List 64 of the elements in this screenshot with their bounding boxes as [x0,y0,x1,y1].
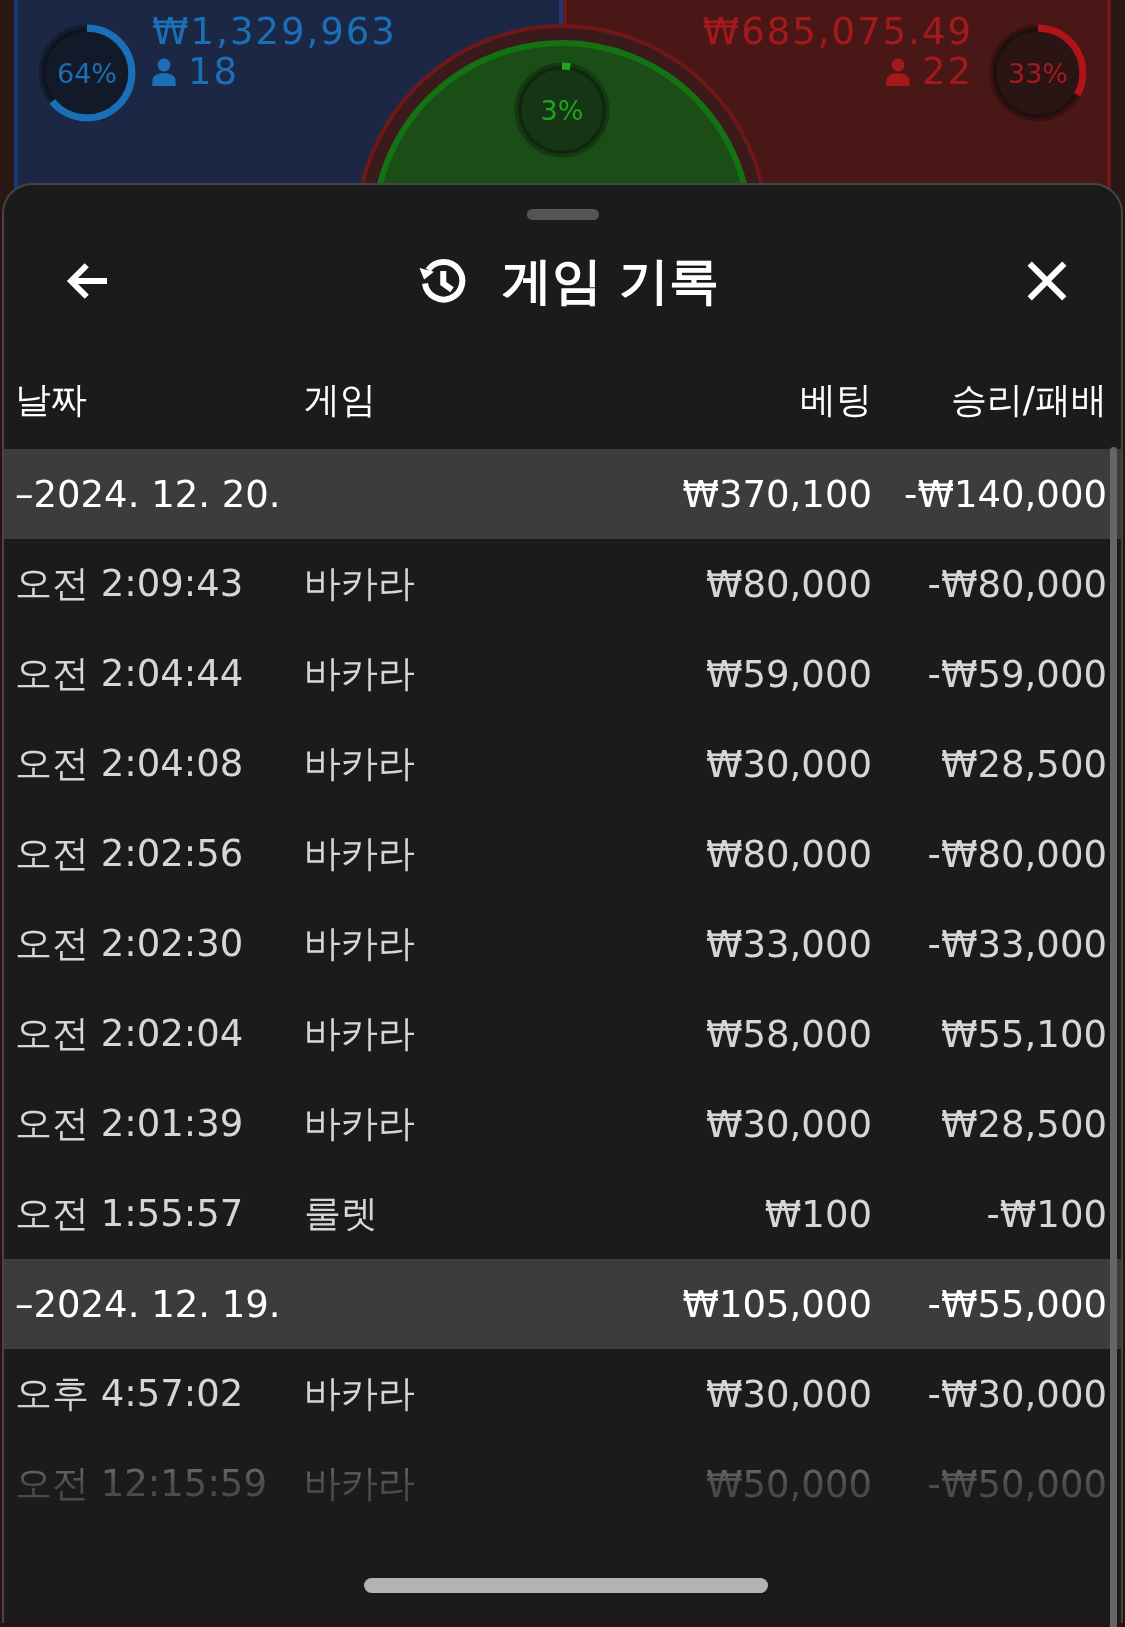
date-group-row[interactable]: –2024. 12. 20. ₩370,100 -₩140,000 [4,449,1121,539]
table-cell-text: -₩80,000 [926,562,1107,606]
table-cell-text: -₩140,000 [903,472,1107,516]
person-icon [152,58,176,86]
table-cell-text: 오전 2:02:56 [14,831,245,877]
date-group-row[interactable]: –2024. 12. 19. ₩105,000 -₩55,000 [4,1259,1121,1349]
table-cell-text: 바카라 [304,1011,416,1057]
table-cell-text: ₩105,000 [681,1282,872,1326]
table-cell-text: 오전 2:02:04 [14,1011,245,1057]
table-cell-text: ₩28,500 [939,1102,1107,1146]
table-cell-text: 오전 2:09:43 [14,561,245,607]
table-cell-text: ₩55,100 [939,1012,1107,1056]
table-cell-text: ₩50,000 [704,1462,872,1506]
table-cell-text: ₩80,000 [704,832,872,876]
table-cell-text: ₩80,000 [704,562,872,606]
sheet-title: 게임 기록 [501,250,720,312]
table-cell-text: ₩28,500 [939,742,1107,786]
player-count: 22 [921,52,973,92]
column-header[interactable]: 게임 [304,375,634,425]
table-cell-text: 룰렛 [304,1191,379,1237]
scrollbar[interactable] [1110,447,1117,1627]
table-cell-text: ₩30,000 [704,742,872,786]
percent-label: 33% [1008,57,1068,89]
table-cell-text: 바카라 [304,651,416,697]
table-cell-text: 바카라 [304,1461,416,1507]
table-cell-text: 오전 2:02:30 [14,921,245,967]
table-cell-text: ₩30,000 [704,1372,872,1416]
table-cell-text: –2024. 12. 19. [14,1282,282,1326]
column-header[interactable]: 날짜 [4,375,304,425]
table-cell-text: 오전 2:04:44 [14,651,245,697]
table-cell-text: –2024. 12. 20. [14,472,282,516]
table-cell-text: ₩33,000 [704,922,872,966]
table-cell-text: 오전 2:01:39 [14,1101,245,1147]
table-cell-text: -₩80,000 [926,832,1107,876]
player-count: 18 [188,52,240,92]
table-cell-text: 오전 12:15:59 [14,1461,268,1507]
table-cell-text: 바카라 [304,1371,416,1417]
bet-amount: ₩685,075.49 [702,12,973,52]
table-cell-text: -₩100 [985,1192,1107,1236]
table-cell-text: ₩59,000 [704,652,872,696]
table-cell-text: -₩50,000 [926,1462,1107,1506]
bet-amount: ₩1,329,963 [152,12,397,52]
table-cell-text: 바카라 [304,831,416,877]
table-cell-text: 바카라 [304,561,416,607]
table-cell-text: 오전 1:55:57 [14,1191,245,1237]
column-header[interactable]: 베팅 [634,375,872,425]
table-cell-text: ₩100 [763,1192,872,1236]
table-cell-text: -₩55,000 [926,1282,1107,1326]
table-cell-text: 바카라 [304,921,416,967]
table-cell-text: 오후 4:57:02 [14,1371,245,1417]
table-cell-text: -₩33,000 [926,922,1107,966]
table-cell-text: 바카라 [304,741,416,787]
percent-label: 64% [57,57,117,89]
table-cell-text: ₩370,100 [681,472,872,516]
table-cell-text: 바카라 [304,1101,416,1147]
drag-handle[interactable] [526,209,599,220]
percent-label: 3% [540,94,584,126]
column-header[interactable]: 승리/패배 [872,375,1107,425]
table-cell-text: ₩30,000 [704,1102,872,1146]
table-cell-text: -₩59,000 [926,652,1107,696]
person-icon [885,58,910,86]
table-cell-text: -₩30,000 [926,1372,1107,1416]
table-cell-text: ₩58,000 [704,1012,872,1056]
table-cell-text: 오전 2:04:08 [14,741,245,787]
